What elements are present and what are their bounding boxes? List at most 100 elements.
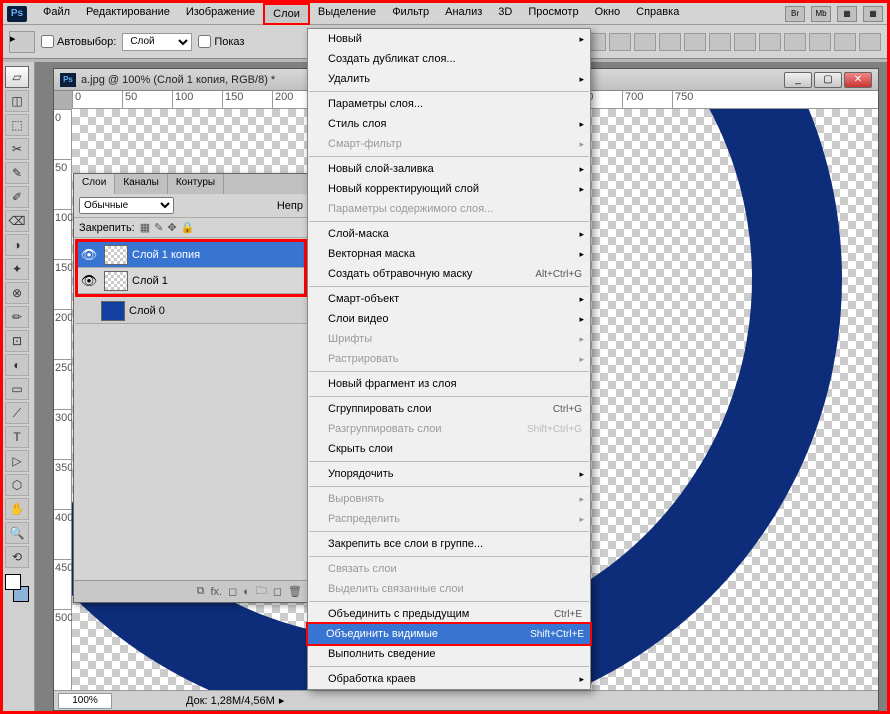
panel-tab-2[interactable]: Контуры: [168, 174, 224, 194]
tool-5[interactable]: ✐: [5, 186, 29, 208]
tool-19[interactable]: 🔍: [5, 522, 29, 544]
visibility-toggle[interactable]: 👁: [78, 273, 100, 289]
lock-transparency-icon[interactable]: ▦: [140, 221, 150, 234]
layer-thumbnail[interactable]: [104, 271, 128, 291]
bridge-icon[interactable]: Br: [785, 6, 805, 22]
tool-16[interactable]: ▷: [5, 450, 29, 472]
close-button[interactable]: ✕: [844, 72, 872, 88]
menu-3d[interactable]: 3D: [490, 3, 520, 25]
move-tool-preset[interactable]: ▸: [9, 31, 35, 53]
menu-файл[interactable]: Файл: [35, 3, 78, 25]
distribute-icon-4[interactable]: [784, 33, 806, 51]
menu-item[interactable]: Создать дубликат слоя...: [308, 49, 590, 69]
menu-item[interactable]: Обработка краев: [308, 669, 590, 689]
menu-item[interactable]: Сгруппировать слоиCtrl+G: [308, 399, 590, 419]
layer-row[interactable]: 👁 Слой 1: [78, 268, 304, 294]
layer-row[interactable]: Слой 0: [75, 298, 307, 324]
layer-row[interactable]: 👁 Слой 1 копия: [78, 242, 304, 268]
tool-11[interactable]: ⊡: [5, 330, 29, 352]
tool-12[interactable]: ◐: [5, 354, 29, 376]
arrange-icon[interactable]: ▦: [863, 6, 883, 22]
panel-tab-1[interactable]: Каналы: [115, 174, 168, 194]
zoom-input[interactable]: [58, 693, 112, 709]
autoselect-target[interactable]: Слой: [122, 33, 192, 51]
delete-layer-icon[interactable]: 🗑: [288, 585, 302, 598]
tool-13[interactable]: ▭: [5, 378, 29, 400]
menu-item[interactable]: Новый корректирующий слой: [308, 179, 590, 199]
tool-7[interactable]: ◑: [5, 234, 29, 256]
menu-item[interactable]: Новый слой-заливка: [308, 159, 590, 179]
lock-all-icon[interactable]: 🔒: [181, 221, 195, 234]
menu-окно[interactable]: Окно: [587, 3, 629, 25]
align-icon-3[interactable]: [609, 33, 631, 51]
align-icon-6[interactable]: [684, 33, 706, 51]
menu-item[interactable]: Закрепить все слои в группе...: [308, 534, 590, 554]
layer-effects-icon[interactable]: fx.: [210, 586, 222, 598]
menu-item[interactable]: Слои видео: [308, 309, 590, 329]
align-icon-4[interactable]: [634, 33, 656, 51]
menu-item[interactable]: Слой-маска: [308, 224, 590, 244]
tool-10[interactable]: ✏: [5, 306, 29, 328]
layer-thumbnail[interactable]: [104, 245, 128, 265]
layer-mask-icon[interactable]: ◻: [228, 585, 237, 598]
lock-paint-icon[interactable]: ✎: [154, 221, 163, 234]
align-icon-5[interactable]: [659, 33, 681, 51]
blend-mode-select[interactable]: Обычные: [79, 197, 174, 214]
link-layers-icon[interactable]: ⧉: [197, 585, 205, 598]
menu-выделение[interactable]: Выделение: [310, 3, 384, 25]
menu-справка[interactable]: Справка: [628, 3, 687, 25]
distribute-icon-2[interactable]: [734, 33, 756, 51]
menu-item[interactable]: Скрыть слои: [308, 439, 590, 459]
new-layer-icon[interactable]: ◻: [273, 585, 282, 598]
menu-item[interactable]: Удалить: [308, 69, 590, 89]
menu-item[interactable]: Параметры слоя...: [308, 94, 590, 114]
menu-item[interactable]: Объединить с предыдущимCtrl+E: [308, 604, 590, 624]
color-swatches[interactable]: [5, 574, 29, 602]
tool-1[interactable]: ◫: [5, 90, 29, 112]
menu-item[interactable]: Упорядочить: [308, 464, 590, 484]
adjustment-layer-icon[interactable]: ◐: [243, 586, 250, 598]
foreground-color[interactable]: [5, 574, 21, 590]
autoselect-checkbox[interactable]: Автовыбор:: [41, 35, 116, 48]
menu-item[interactable]: Новый: [308, 29, 590, 49]
menu-слои[interactable]: Слои: [263, 3, 310, 25]
show-transform-checkbox[interactable]: Показ: [198, 35, 244, 48]
tool-6[interactable]: ⌫: [5, 210, 29, 232]
menu-редактирование[interactable]: Редактирование: [78, 3, 178, 25]
tool-4[interactable]: ✎: [5, 162, 29, 184]
menu-фильтр[interactable]: Фильтр: [384, 3, 437, 25]
layer-name[interactable]: Слой 1 копия: [132, 249, 200, 261]
tool-0[interactable]: ▱: [5, 66, 29, 88]
menu-анализ[interactable]: Анализ: [437, 3, 490, 25]
layer-name[interactable]: Слой 0: [129, 305, 165, 317]
menu-item[interactable]: Выполнить сведение: [308, 644, 590, 664]
layer-thumbnail[interactable]: [101, 301, 125, 321]
tool-8[interactable]: ✦: [5, 258, 29, 280]
status-arrow-icon[interactable]: ▸: [279, 694, 285, 707]
screen-mode-icon[interactable]: ▦: [837, 6, 857, 22]
panel-tab-0[interactable]: Слои: [74, 174, 115, 194]
tool-2[interactable]: ⬚: [5, 114, 29, 136]
tool-9[interactable]: ⊗: [5, 282, 29, 304]
distribute-icon-1[interactable]: [709, 33, 731, 51]
menu-item[interactable]: Объединить видимыеShift+Ctrl+E: [306, 622, 592, 646]
auto-align-icon[interactable]: [859, 33, 881, 51]
tool-3[interactable]: ✂: [5, 138, 29, 160]
layer-name[interactable]: Слой 1: [132, 275, 168, 287]
tool-18[interactable]: ✋: [5, 498, 29, 520]
tool-14[interactable]: ⟋: [5, 402, 29, 424]
menu-изображение[interactable]: Изображение: [178, 3, 263, 25]
distribute-icon-6[interactable]: [834, 33, 856, 51]
visibility-toggle[interactable]: 👁: [78, 247, 100, 263]
minimize-button[interactable]: _: [784, 72, 812, 88]
distribute-icon-5[interactable]: [809, 33, 831, 51]
mb-icon[interactable]: Mb: [811, 6, 831, 22]
menu-item[interactable]: Новый фрагмент из слоя: [308, 374, 590, 394]
tool-15[interactable]: T: [5, 426, 29, 448]
group-icon[interactable]: 🗀: [256, 582, 267, 601]
menu-item[interactable]: Создать обтравочную маскуAlt+Ctrl+G: [308, 264, 590, 284]
menu-item[interactable]: Стиль слоя: [308, 114, 590, 134]
tool-17[interactable]: ⬡: [5, 474, 29, 496]
tool-20[interactable]: ⟲: [5, 546, 29, 568]
distribute-icon-3[interactable]: [759, 33, 781, 51]
